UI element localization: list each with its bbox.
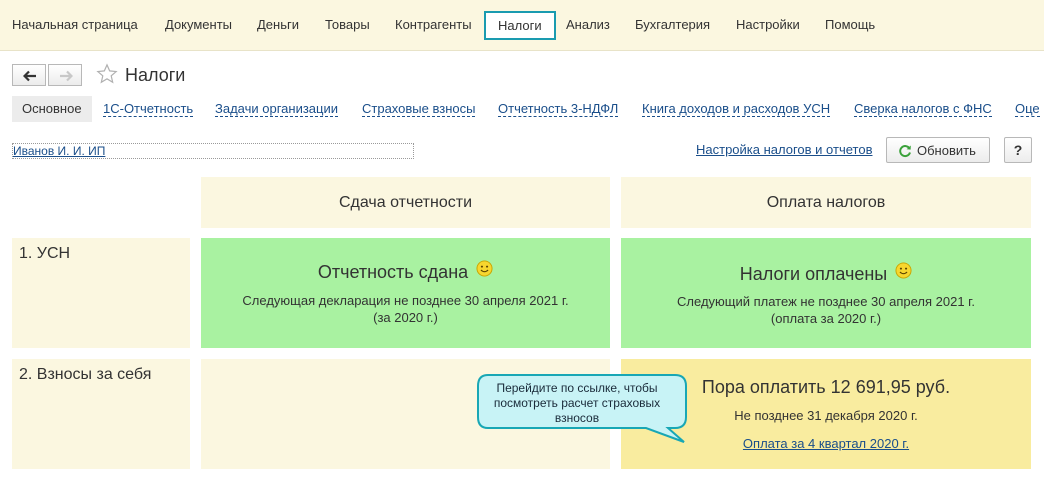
menu-item-money[interactable]: Деньги (257, 17, 299, 32)
tab-usn-income-book[interactable]: Книга доходов и расходов УСН (642, 102, 831, 117)
column-header-payment: Оплата налогов (621, 177, 1031, 228)
tax-settings-link[interactable]: Настройка налогов и отчетов (696, 142, 872, 157)
usn-payment-next-period: (оплата за 2020 г.) (770, 311, 882, 326)
usn-reporting-title: Отчетность сдана (317, 262, 469, 282)
arrow-right-icon (60, 70, 73, 82)
tab-fns-reconciliation[interactable]: Сверка налогов с ФНС (854, 102, 992, 117)
usn-reporting-status: Отчетность сдана Следующая декларация не… (201, 238, 610, 348)
usn-reporting-title-line: Отчетность сдана (201, 260, 610, 283)
hint-callout: Перейдите по ссылке, чтобы посмотреть ра… (476, 373, 696, 451)
tab-more[interactable]: Оце (1015, 102, 1040, 117)
usn-reporting-next-deadline: Следующая декларация не позднее 30 апрел… (242, 293, 569, 308)
refresh-button-label: Обновить (917, 143, 976, 158)
main-menu-bar: Начальная страница Документы Деньги Това… (0, 0, 1044, 51)
smiley-icon (476, 260, 493, 277)
hint-text: Перейдите по ссылке, чтобы посмотреть ра… (493, 381, 661, 425)
page-title: Налоги (125, 65, 186, 85)
arrow-left-icon (23, 70, 36, 82)
back-button[interactable] (12, 64, 46, 86)
tab-org-tasks[interactable]: Задачи организации (215, 102, 339, 117)
refresh-button[interactable]: Обновить (886, 137, 990, 163)
menu-item-counterparties[interactable]: Контрагенты (395, 17, 472, 32)
usn-reporting-next: Следующая декларация не позднее 30 апрел… (201, 292, 610, 326)
row-label-self-contributions: 2. Взносы за себя (12, 359, 190, 469)
refresh-icon (899, 145, 911, 157)
help-button[interactable]: ? (1004, 137, 1032, 163)
menu-item-goods[interactable]: Товары (325, 17, 370, 32)
menu-item-settings[interactable]: Настройки (736, 17, 800, 32)
menu-item-accounting[interactable]: Бухгалтерия (635, 17, 710, 32)
tab-insurance-contributions[interactable]: Страховые взносы (362, 102, 476, 117)
menu-item-taxes[interactable]: Налоги (484, 11, 556, 40)
menu-item-home[interactable]: Начальная страница (12, 17, 138, 32)
row-label-usn: 1. УСН (12, 238, 190, 348)
menu-item-analysis[interactable]: Анализ (566, 17, 610, 32)
usn-payment-next: Следующий платеж не позднее 30 апреля 20… (621, 293, 1031, 327)
tab-3ndfl-reporting[interactable]: Отчетность 3-НДФЛ (498, 102, 619, 117)
usn-payment-status: Налоги оплачены Следующий платеж не позд… (621, 238, 1031, 348)
usn-payment-title: Налоги оплачены (739, 264, 888, 284)
menu-item-documents[interactable]: Документы (165, 17, 232, 32)
section-tabs: Основное 1С-Отчетность Задачи организаци… (12, 96, 1044, 122)
usn-payment-next-deadline: Следующий платеж не позднее 30 апреля 20… (677, 294, 975, 309)
tab-1c-reporting[interactable]: 1С-Отчетность (103, 102, 194, 117)
star-icon[interactable] (96, 63, 118, 85)
menu-item-help[interactable]: Помощь (825, 17, 875, 32)
usn-payment-title-line: Налоги оплачены (621, 262, 1031, 285)
organization-selector[interactable]: Иванов И. И. ИП (12, 143, 414, 159)
usn-reporting-next-period: (за 2020 г.) (373, 310, 438, 325)
forward-button[interactable] (48, 64, 82, 86)
column-header-reporting: Сдача отчетности (201, 177, 610, 228)
tab-main[interactable]: Основное (12, 96, 92, 122)
smiley-icon (895, 262, 912, 279)
